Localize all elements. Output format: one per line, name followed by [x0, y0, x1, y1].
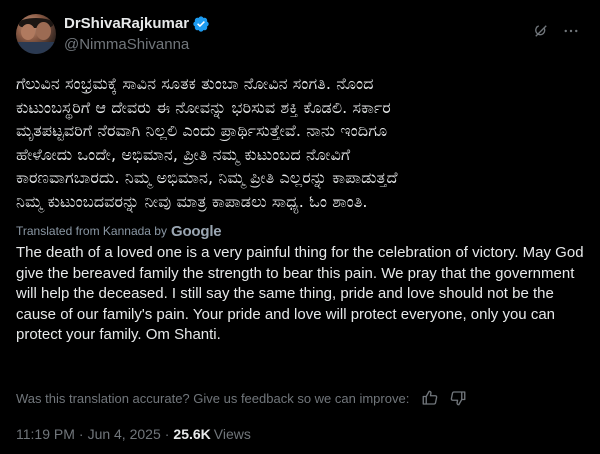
handle[interactable]: @NimmaShivanna	[64, 35, 210, 55]
tweet-time[interactable]: 11:19 PM	[16, 426, 75, 442]
tweet-meta: 11:19 PM · Jun 4, 2025 · 25.6K Views	[16, 424, 251, 444]
thumb-down-icon[interactable]	[449, 389, 467, 407]
tweet-header: DrShivaRajkumar @NimmaShivanna	[16, 12, 584, 60]
tweet: DrShivaRajkumar @NimmaShivanna ಗೆಲುವಿನ ಸ…	[0, 0, 600, 454]
google-logo: Google	[170, 222, 222, 240]
display-name-row: DrShivaRajkumar	[64, 14, 210, 34]
author-names: DrShivaRajkumar @NimmaShivanna	[64, 14, 210, 55]
tweet-date[interactable]: Jun 4, 2025	[88, 426, 161, 442]
translation-feedback: Was this translation accurate? Give us f…	[16, 388, 584, 408]
translated-by-label[interactable]: Translated from Kannada by	[16, 224, 167, 238]
views-label: Views	[213, 426, 251, 442]
meta-separator: ·	[164, 426, 170, 442]
feedback-prompt: Was this translation accurate? Give us f…	[16, 390, 410, 406]
tweet-translated-text: The death of a loved one is a very painf…	[16, 244, 584, 343]
tweet-original-text: ಗೆಲುವಿನ ಸಂಭ್ರಮಕ್ಕೆ ಸಾವಿನ ಸೂತಕ ತುಂಬಾ ನೋವಿ…	[16, 74, 398, 211]
avatar[interactable]	[16, 14, 56, 54]
meta-separator: ·	[78, 426, 84, 442]
translated-by: Translated from Kannada by Google	[16, 222, 222, 240]
views-count[interactable]: 25.6K	[173, 426, 210, 442]
grok-icon[interactable]	[532, 22, 550, 40]
thumb-up-icon[interactable]	[421, 389, 439, 407]
more-icon[interactable]	[562, 22, 580, 40]
display-name[interactable]: DrShivaRajkumar	[64, 14, 189, 34]
verified-badge-icon	[193, 16, 209, 32]
